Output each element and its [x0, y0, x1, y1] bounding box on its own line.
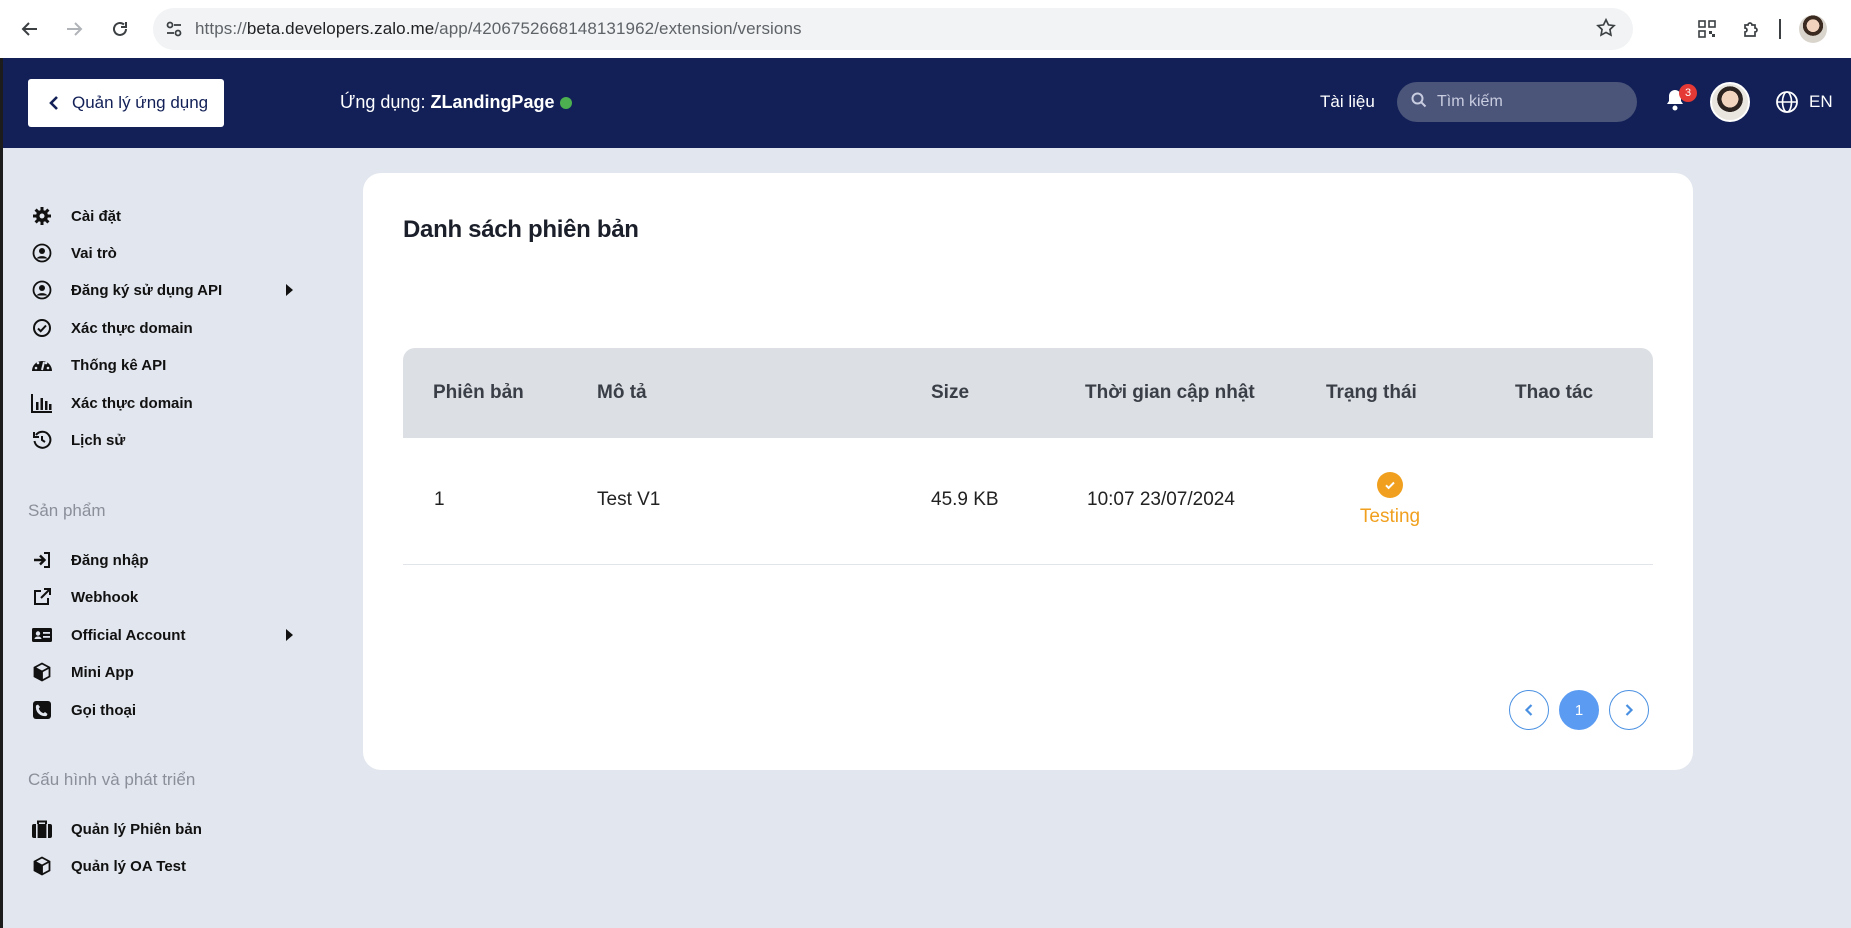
browser-toolbar: https://beta.developers.zalo.me/app/4206…: [0, 0, 1851, 58]
sidebar-item-label: Lịch sử: [71, 431, 126, 449]
sidebar-item-history[interactable]: Lịch sử: [31, 423, 293, 457]
app-status-dot: [560, 96, 573, 109]
check-circle-icon: [31, 317, 53, 339]
notification-badge: 3: [1679, 84, 1697, 102]
sidebar-item-login[interactable]: Đăng nhập: [31, 543, 293, 577]
app-header: Quản lý ứng dụng Ứng dụng: ZLandingPage …: [3, 58, 1851, 148]
check-circle-icon: [1377, 472, 1403, 498]
sidebar-item-oa-test[interactable]: Quản lý OA Test: [31, 849, 293, 883]
sidebar-item-label: Đăng nhập: [71, 551, 149, 569]
sidebar-item-voice-call[interactable]: Gọi thoại: [31, 693, 293, 727]
sidebar-item-official-account[interactable]: Official Account: [31, 618, 293, 652]
sidebar-item-version-management[interactable]: Quản lý Phiên bản: [31, 812, 293, 846]
sidebar-item-api-stats[interactable]: Thống kê API: [31, 348, 293, 382]
sidebar-item-mini-app[interactable]: Mini App: [31, 655, 293, 689]
history-icon: [31, 429, 53, 451]
toolbar-separator: [1779, 19, 1781, 39]
col-size: Size: [931, 382, 970, 403]
chevron-left-icon: [48, 95, 60, 111]
pagination: 1: [1509, 690, 1649, 730]
prev-page-button[interactable]: [1509, 690, 1549, 730]
table-header: Phiên bản Mô tả Size Thời gian cập nhật …: [403, 348, 1653, 438]
col-status: Trạng thái: [1326, 382, 1417, 403]
back-to-apps-button[interactable]: Quản lý ứng dụng: [28, 79, 224, 127]
sidebar-item-api-registration[interactable]: Đăng ký sử dụng API: [31, 273, 293, 307]
qr-code-icon[interactable]: [1685, 7, 1729, 51]
reload-icon[interactable]: [102, 11, 138, 47]
sidebar-item-roles[interactable]: Vai trò: [31, 236, 293, 270]
app-name: ZLandingPage: [430, 92, 555, 112]
chevron-left-icon: [1524, 704, 1533, 716]
site-settings-icon[interactable]: [153, 8, 195, 50]
sidebar-item-label: Cài đặt: [71, 207, 122, 225]
sidebar-item-label: Quản lý Phiên bản: [71, 820, 202, 838]
sidebar-item-domain-verify[interactable]: Xác thực domain: [31, 311, 293, 345]
external-link-icon: [31, 586, 53, 608]
cube-icon: [31, 661, 53, 683]
chevron-right-icon: [1625, 704, 1634, 716]
search-box[interactable]: [1397, 82, 1637, 122]
id-card-icon: [31, 624, 53, 646]
sidebar-item-settings[interactable]: Cài đặt: [31, 199, 293, 233]
app-prefix: Ứng dụng:: [340, 92, 426, 112]
sign-in-icon: [31, 549, 53, 571]
caret-right-icon: [286, 284, 293, 296]
caret-right-icon: [286, 629, 293, 641]
sidebar-item-domain-verify-2[interactable]: Xác thực domain: [31, 386, 293, 420]
col-updated: Thời gian cập nhật: [1085, 382, 1255, 403]
cell-updated: 10:07 23/07/2024: [1087, 489, 1235, 510]
cube-icon: [31, 855, 53, 877]
col-actions: Thao tác: [1515, 382, 1594, 403]
section-config: Cấu hình và phát triển: [28, 770, 196, 789]
sidebar-item-label: Webhook: [71, 588, 139, 606]
url-text: https://beta.developers.zalo.me/app/4206…: [195, 19, 802, 38]
page-title: Danh sách phiên bản: [403, 216, 639, 243]
versions-card: Danh sách phiên bản Phiên bản Mô tả Size…: [363, 173, 1693, 770]
bookmark-star-icon[interactable]: [1595, 17, 1617, 44]
col-description: Mô tả: [597, 382, 647, 403]
table-row[interactable]: 1 Test V1 45.9 KB 10:07 23/07/2024 Testi…: [403, 438, 1653, 565]
sidebar-item-label: Mini App: [71, 663, 134, 681]
cell-size: 45.9 KB: [931, 489, 999, 510]
user-avatar[interactable]: [1710, 82, 1750, 122]
browser-profile-avatar[interactable]: [1799, 15, 1827, 43]
versions-table: Phiên bản Mô tả Size Thời gian cập nhật …: [403, 348, 1653, 565]
bar-chart-icon: [31, 392, 53, 414]
sidebar-item-label: Thống kê API: [71, 356, 167, 374]
sidebar-item-label: Official Account: [71, 626, 186, 644]
cell-description: Test V1: [597, 489, 661, 510]
user-circle-icon: [31, 242, 53, 264]
cell-version: 1: [434, 489, 445, 510]
col-version: Phiên bản: [433, 382, 524, 403]
page-button-current[interactable]: 1: [1559, 690, 1599, 730]
gauge-icon: [31, 354, 53, 376]
globe-icon: [1776, 91, 1798, 113]
search-icon: [1411, 92, 1427, 113]
back-arrow-icon[interactable]: [12, 11, 48, 47]
address-bar[interactable]: https://beta.developers.zalo.me/app/4206…: [153, 8, 1633, 50]
sidebar-item-label: Xác thực domain: [71, 319, 193, 337]
language-label: EN: [1809, 92, 1833, 111]
status-badge: Testing: [1340, 472, 1440, 528]
docs-link[interactable]: Tài liệu: [1320, 92, 1375, 112]
section-products: Sản phẩm: [28, 501, 106, 520]
sidebar-item-label: Vai trò: [71, 244, 117, 262]
language-switcher[interactable]: EN: [1775, 90, 1833, 114]
sidebar-item-label: Gọi thoại: [71, 701, 136, 719]
next-page-button[interactable]: [1609, 690, 1649, 730]
sidebar-item-label: Quản lý OA Test: [71, 857, 187, 875]
forward-arrow-icon[interactable]: [56, 11, 92, 47]
user-circle-icon: [31, 279, 53, 301]
sidebar-item-label: Đăng ký sử dụng API: [71, 281, 223, 299]
sidebar-item-webhook[interactable]: Webhook: [31, 580, 293, 614]
current-app: Ứng dụng: ZLandingPage: [340, 92, 573, 113]
sidebar-item-label: Xác thực domain: [71, 394, 193, 412]
briefcase-icon: [31, 818, 53, 840]
status-label: Testing: [1359, 506, 1421, 527]
phone-icon: [31, 699, 53, 721]
search-input[interactable]: [1437, 93, 1617, 111]
extensions-puzzle-icon[interactable]: [1729, 7, 1773, 51]
back-button-label: Quản lý ứng dụng: [72, 93, 209, 112]
gear-icon: [31, 205, 53, 227]
